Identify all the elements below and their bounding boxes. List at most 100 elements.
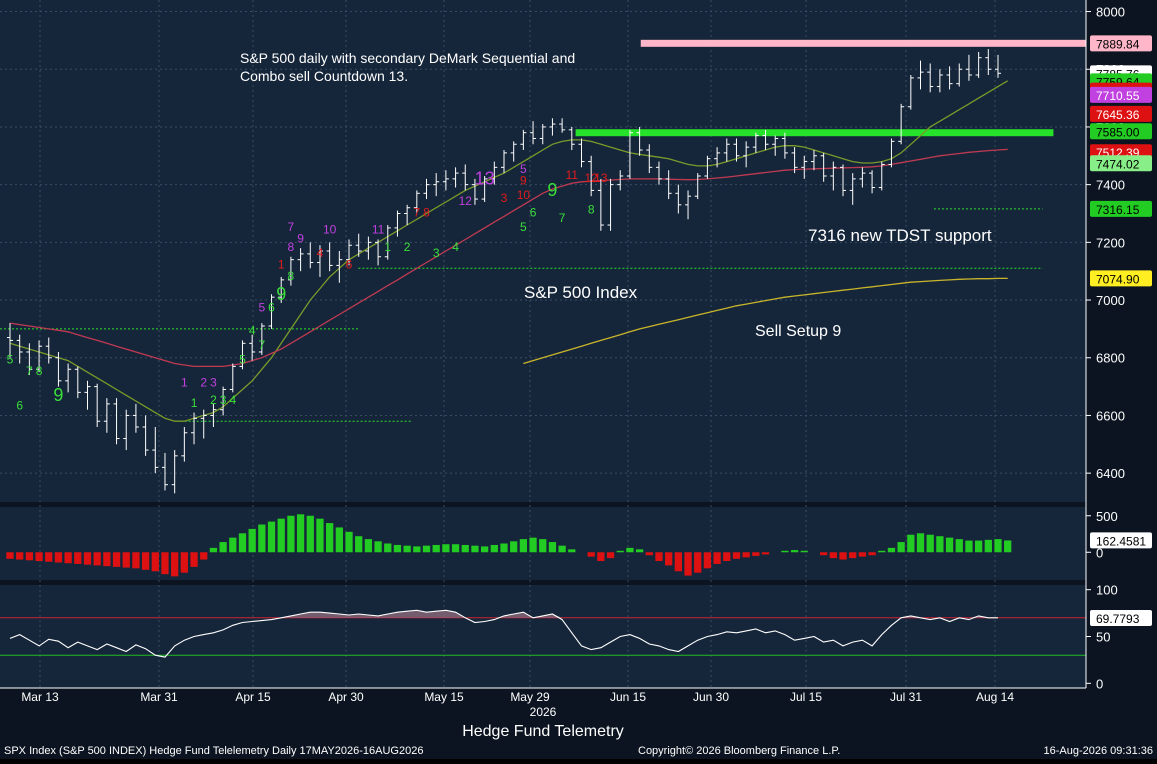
oscillator-bar [645,552,653,556]
oscillator-bar [112,552,121,567]
demark-count-label: 10 [517,188,531,202]
price-tag-text: 7474.02 [1096,157,1140,171]
oscillator-bar [548,542,557,553]
demark-count-label: 9 [53,385,63,405]
chart-title-line2: Combo sell Countdown 13. [240,68,408,84]
oscillator-bar [984,539,992,553]
oscillator-bar [781,550,789,553]
oscillator-bar [849,552,857,559]
oscillator-bar [54,552,63,563]
oscillator-bar [626,547,634,553]
oscillator-bar [267,521,276,553]
demark-count-label: 8 [423,205,430,219]
oscillator-bar [868,552,876,556]
demark-count-label: 11 [372,223,385,237]
price-tag-text: 7710.55 [1096,89,1140,103]
demark-count-label: 5 [258,301,265,315]
oscillator-bar [887,547,896,553]
y-tick-label: 6400 [1096,466,1125,481]
y-tick-label: 7000 [1096,293,1125,308]
oscillator-bar [64,552,72,564]
footer-center: Copyright© 2026 Bloomberg Finance L.P. [638,745,840,757]
oscillator-bar [519,539,528,553]
demark-count-label: 3 [433,246,440,260]
oscillator-bar [25,552,34,561]
oscillator-bar [965,540,973,553]
oscillator-bar [839,552,847,560]
oscillator-bar [974,540,983,553]
y-tick-label: 7400 [1096,178,1125,193]
osc-tick-label: 500 [1096,509,1118,524]
demark-count-label: 7 [288,220,295,234]
y-tick-label: 6600 [1096,408,1125,423]
oscillator-bar [277,518,285,553]
demark-count-label: 8 [288,269,295,283]
demark-count-label: 13 [475,169,495,189]
demark-count-label: 7 [559,211,566,225]
demark-count-label: 8 [288,240,295,254]
oscillator-bar [442,544,450,553]
oscillator-bar [829,552,837,559]
oscillator-bar [713,552,721,564]
demark-count-label: 5 [239,353,246,367]
price-tag-text: 7316.15 [1096,203,1140,217]
demark-count-label: 4 [229,393,236,407]
chart-title-line1: S&P 500 daily with secondary DeMark Sequ… [240,50,575,66]
x-tick-label: Jul 15 [790,690,822,704]
oscillator-bar [413,546,421,553]
price-tag-text: 7074.90 [1096,272,1140,286]
y-tick-label: 6800 [1096,351,1125,366]
price-tag: 7645.36 [1090,105,1152,122]
demark-count-label: 1 [384,240,391,254]
oscillator-bar [74,552,82,564]
x-tick-label: Jun 30 [693,690,729,704]
oscillator-bar [916,533,925,553]
oscillator-bar [723,552,731,562]
price-tag-text: 7645.36 [1096,108,1140,122]
demark-count-label: 4 [249,324,256,338]
price-tag-text: 7889.84 [1096,37,1140,51]
oscillator-bar [752,552,760,556]
oscillator-bar [606,552,615,559]
demark-count-label: 5 [520,220,527,234]
demark-count-label: 6 [530,205,537,219]
oscillator-bar [258,524,266,553]
oscillator-bar [45,552,53,562]
oscillator-bar [151,552,159,572]
oscillator-bar [432,544,440,553]
oscillator-bar [945,537,954,553]
oscillator-bar [732,552,741,559]
oscillator-bar [694,552,702,573]
rsi-tick-label: 50 [1096,630,1110,645]
x-tick-label: Apr 15 [235,690,271,704]
oscillator-bar [858,552,867,557]
oscillator-bar [674,552,682,572]
price-tag: 7474.02 [1090,155,1152,172]
oscillator-bar [6,552,14,559]
demark-count-label: 3 [210,376,217,390]
oscillator-bar [141,552,150,570]
demark-count-label: 7 [258,338,265,352]
rsi-tick-label: 100 [1096,583,1118,598]
oscillator-bar [345,531,353,553]
oscillator-bar [684,552,692,576]
oscillator-bar [355,536,363,553]
oscillator-bar [568,549,576,553]
oscillator-bar [471,545,479,553]
oscillator-bar [800,550,808,553]
oscillator-bar [238,533,247,553]
oscillator-bar [878,550,886,553]
demark-count-label: 2 [210,393,217,407]
demark-count-label: 2 [200,376,207,390]
oscillator-bar [820,552,828,556]
oscillator-bar [83,552,92,565]
price-tag: 7316.15 [1090,200,1152,217]
x-tick-label: Aug 14 [976,690,1014,704]
demark-count-label: 8 [36,364,43,378]
price-tag: 7074.90 [1090,270,1152,287]
price-tag-text: 69.7793 [1096,612,1140,626]
oscillator-bar [393,544,402,553]
oscillator-bar [490,544,498,553]
x-tick-label: May 15 [424,690,464,704]
oscillator-bar [335,527,343,553]
